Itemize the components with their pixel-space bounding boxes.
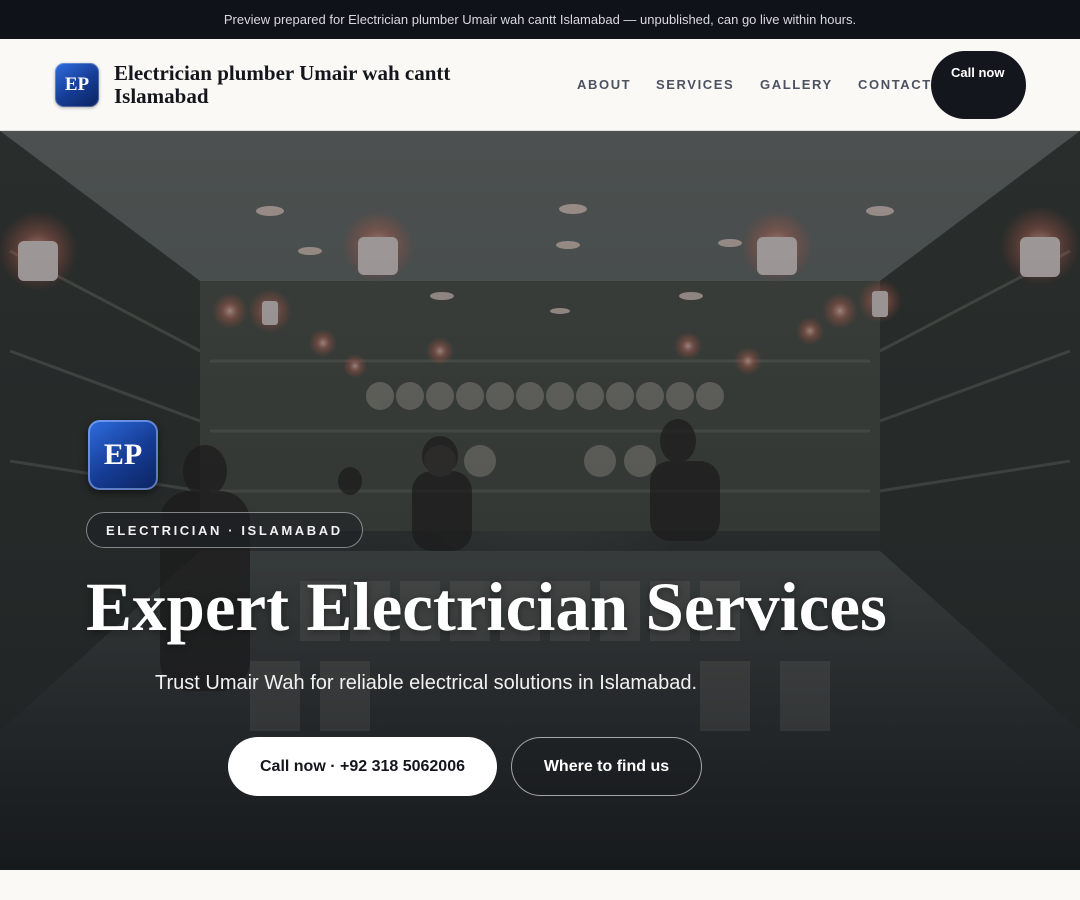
nav-link-gallery[interactable]: GALLERY (760, 77, 833, 92)
header-call-button[interactable]: Call now (931, 51, 1026, 119)
hero-section: EP ELECTRICIAN · ISLAMABAD Expert Electr… (0, 131, 1080, 870)
nav-link-services[interactable]: SERVICES (656, 77, 734, 92)
preview-banner-text: Preview prepared for Electrician plumber… (223, 12, 857, 27)
site-header: EP Electrician plumber Umair wah cantt I… (0, 39, 1080, 131)
brand-name[interactable]: Electrician plumber Umair wah cantt Isla… (114, 62, 534, 108)
hero-logo-icon: EP (88, 420, 158, 490)
call-now-button[interactable]: Call now · +92 318 5062006 (228, 737, 497, 796)
next-section (0, 870, 1080, 900)
hero-title: Expert Electrician Services (86, 569, 887, 645)
find-us-button[interactable]: Where to find us (511, 737, 702, 796)
hero-logo-initials: EP (103, 438, 143, 471)
nav-link-contact[interactable]: CONTACT (858, 77, 932, 92)
logo-icon[interactable]: EP (55, 63, 99, 107)
nav-link-about[interactable]: ABOUT (577, 77, 631, 92)
preview-banner: Preview prepared for Electrician plumber… (0, 0, 1080, 39)
logo-initials: EP (64, 74, 90, 95)
hero-subtitle: Trust Umair Wah for reliable electrical … (155, 672, 698, 694)
category-badge: ELECTRICIAN · ISLAMABAD (86, 512, 363, 548)
